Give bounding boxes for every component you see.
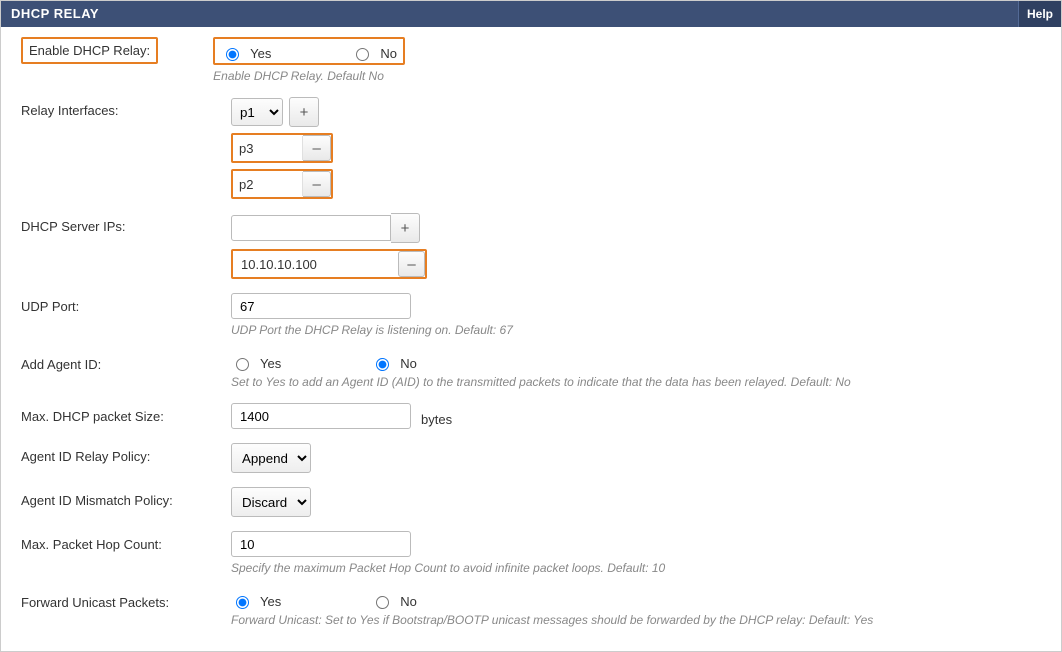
max-packet-size-input[interactable] bbox=[231, 403, 411, 429]
remove-interface-button[interactable]: – bbox=[303, 171, 331, 197]
help-button[interactable]: Help bbox=[1018, 1, 1061, 27]
agent-id-no-option[interactable]: No bbox=[371, 355, 417, 371]
enable-yes-label: Yes bbox=[250, 46, 271, 61]
forward-unicast-label: Forward Unicast Packets: bbox=[21, 589, 231, 610]
udp-port-input[interactable] bbox=[231, 293, 411, 319]
agent-id-yes-option[interactable]: Yes bbox=[231, 355, 281, 371]
agent-id-no-radio[interactable] bbox=[376, 358, 389, 371]
enable-no-option[interactable]: No bbox=[351, 45, 397, 61]
relay-interface-select[interactable]: p1 bbox=[231, 98, 283, 126]
add-server-ip-button[interactable]: + bbox=[391, 213, 420, 243]
hop-count-label: Max. Packet Hop Count: bbox=[21, 531, 231, 552]
dhcp-server-ips-label: DHCP Server IPs: bbox=[21, 213, 231, 234]
page-title: DHCP RELAY bbox=[1, 1, 109, 27]
udp-port-hint: UDP Port the DHCP Relay is listening on.… bbox=[231, 323, 1041, 337]
mismatch-policy-select[interactable]: Discard bbox=[231, 487, 311, 517]
relay-policy-label: Agent ID Relay Policy: bbox=[21, 443, 231, 464]
forward-unicast-no-label: No bbox=[400, 594, 417, 609]
agent-id-yes-label: Yes bbox=[260, 356, 281, 371]
remove-server-ip-button[interactable]: – bbox=[398, 251, 425, 277]
udp-port-label: UDP Port: bbox=[21, 293, 231, 314]
forward-unicast-yes-label: Yes bbox=[260, 594, 281, 609]
forward-unicast-hint: Forward Unicast: Set to Yes if Bootstrap… bbox=[231, 613, 1041, 627]
enable-yes-option[interactable]: Yes bbox=[221, 45, 271, 61]
agent-id-hint: Set to Yes to add an Agent ID (AID) to t… bbox=[231, 375, 1041, 389]
mismatch-policy-label: Agent ID Mismatch Policy: bbox=[21, 487, 231, 508]
enable-no-label: No bbox=[380, 46, 397, 61]
add-agent-id-label: Add Agent ID: bbox=[21, 351, 231, 372]
server-ip-item: 10.10.10.100 bbox=[233, 252, 392, 276]
title-bar: DHCP RELAY Help bbox=[1, 1, 1061, 27]
relay-policy-select[interactable]: Append bbox=[231, 443, 311, 473]
hop-count-input[interactable] bbox=[231, 531, 411, 557]
max-packet-size-label: Max. DHCP packet Size: bbox=[21, 403, 231, 424]
enable-dhcp-relay-label: Enable DHCP Relay: bbox=[21, 37, 158, 64]
forward-unicast-no-radio[interactable] bbox=[376, 596, 389, 609]
forward-unicast-yes-radio[interactable] bbox=[236, 596, 249, 609]
forward-unicast-no-option[interactable]: No bbox=[371, 593, 417, 609]
relay-interfaces-label: Relay Interfaces: bbox=[21, 97, 231, 118]
hop-count-hint: Specify the maximum Packet Hop Count to … bbox=[231, 561, 1041, 575]
add-interface-button[interactable]: + bbox=[289, 97, 319, 127]
agent-id-yes-radio[interactable] bbox=[236, 358, 249, 371]
dhcp-server-ip-input[interactable] bbox=[231, 215, 391, 241]
enable-no-radio[interactable] bbox=[356, 48, 369, 61]
remove-interface-button[interactable]: – bbox=[303, 135, 331, 161]
enable-yes-radio[interactable] bbox=[226, 48, 239, 61]
interface-item: p3 bbox=[233, 136, 303, 160]
interface-item: p2 bbox=[233, 172, 303, 196]
enable-hint: Enable DHCP Relay. Default No bbox=[213, 69, 1041, 83]
packet-size-unit: bytes bbox=[421, 406, 452, 427]
forward-unicast-yes-option[interactable]: Yes bbox=[231, 593, 281, 609]
agent-id-no-label: No bbox=[400, 356, 417, 371]
